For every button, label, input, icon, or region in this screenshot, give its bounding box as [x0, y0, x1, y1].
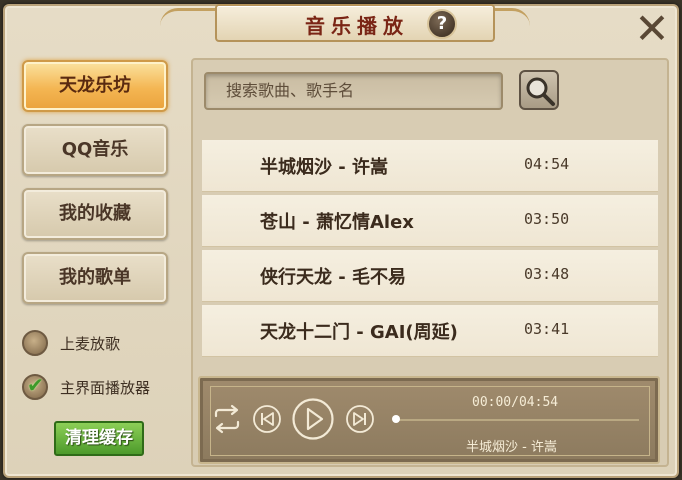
menu-item-label: QQ音乐: [61, 139, 129, 160]
menu-item-label: 我的收藏: [59, 203, 131, 224]
song-title: 侠行天龙 - 毛不易: [260, 267, 407, 288]
menu-tianlong-lefang[interactable]: 天龙乐坊: [22, 60, 168, 112]
option-mic-play[interactable]: 上麦放歌: [22, 329, 120, 357]
play-icon[interactable]: [291, 397, 335, 441]
song-title: 半城烟沙 - 许嵩: [260, 157, 389, 178]
song-row[interactable]: 苍山 - 萧忆情Alex 03:50: [202, 195, 658, 247]
menu-my-playlist[interactable]: 我的歌单: [22, 252, 168, 304]
song-duration: 04:54: [524, 155, 570, 173]
song-list: 半城烟沙 - 许嵩 04:54 苍山 - 萧忆情Alex 03:50 侠行天龙 …: [202, 140, 658, 364]
main-ui-player-checkbox[interactable]: [22, 373, 48, 400]
song-title: 苍山 - 萧忆情Alex: [260, 212, 414, 233]
mic-play-radio[interactable]: [22, 330, 48, 356]
song-row[interactable]: 侠行天龙 - 毛不易 03:48: [202, 250, 658, 302]
next-track-icon[interactable]: [345, 404, 375, 434]
repeat-icon[interactable]: [210, 404, 244, 434]
song-duration: 03:48: [524, 265, 570, 283]
main-ui-player-label: 主界面播放器: [60, 378, 151, 397]
search-input[interactable]: 搜索歌曲、歌手名: [204, 72, 503, 110]
progress-handle[interactable]: [392, 415, 400, 423]
playback-time: 00:00/04:54: [472, 395, 559, 410]
help-icon[interactable]: ?: [427, 9, 457, 39]
menu-item-label: 我的歌单: [59, 267, 131, 288]
search-icon: [526, 77, 555, 106]
option-main-ui-player[interactable]: 主界面播放器: [22, 373, 150, 401]
song-duration: 03:41: [524, 320, 570, 338]
search-button[interactable]: [519, 70, 559, 110]
title-ornament-left: [160, 8, 220, 26]
song-row[interactable]: 天龙十二门 - GAI(周延) 03:41: [202, 305, 658, 357]
previous-track-icon[interactable]: [252, 404, 282, 434]
menu-my-favorites[interactable]: 我的收藏: [22, 188, 168, 240]
menu-item-label: 天龙乐坊: [59, 75, 131, 96]
close-icon[interactable]: ✕: [632, 8, 672, 50]
mic-play-label: 上麦放歌: [60, 334, 121, 353]
now-playing-title: 半城烟沙 - 许嵩: [466, 440, 557, 455]
clear-cache-button[interactable]: 清理缓存: [54, 421, 144, 456]
song-row[interactable]: 半城烟沙 - 许嵩 04:54: [202, 140, 658, 192]
progress-bar[interactable]: [395, 419, 639, 421]
song-title: 天龙十二门 - GAI(周延): [260, 322, 458, 343]
window-title: 音乐播放: [305, 14, 409, 38]
menu-qq-music[interactable]: QQ音乐: [22, 124, 168, 176]
song-duration: 03:50: [524, 210, 570, 228]
